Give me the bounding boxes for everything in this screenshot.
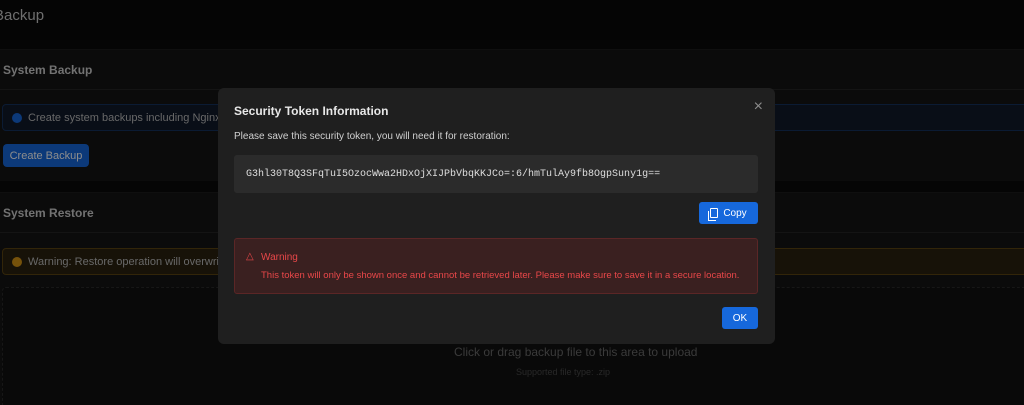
copy-button-label: Copy bbox=[723, 207, 747, 219]
modal-description: Please save this security token, you wil… bbox=[234, 131, 510, 142]
warning-triangle-icon: △ bbox=[246, 251, 254, 262]
warning-text: This token will only be shown once and c… bbox=[261, 270, 740, 281]
ok-button[interactable]: OK bbox=[722, 307, 758, 329]
modal-title: Security Token Information bbox=[234, 104, 389, 118]
warning-title: Warning bbox=[261, 252, 298, 263]
security-token-modal: Security Token Information × Please save… bbox=[218, 88, 775, 344]
token-display[interactable]: G3hl30T8Q3SFqTuI5OzocWwa2HDxOjXIJPbVbqKK… bbox=[234, 155, 758, 193]
copy-button[interactable]: Copy bbox=[699, 202, 758, 224]
close-icon[interactable]: × bbox=[754, 99, 763, 115]
copy-icon bbox=[708, 208, 719, 221]
token-warning-alert: △ Warning This token will only be shown … bbox=[234, 238, 758, 294]
